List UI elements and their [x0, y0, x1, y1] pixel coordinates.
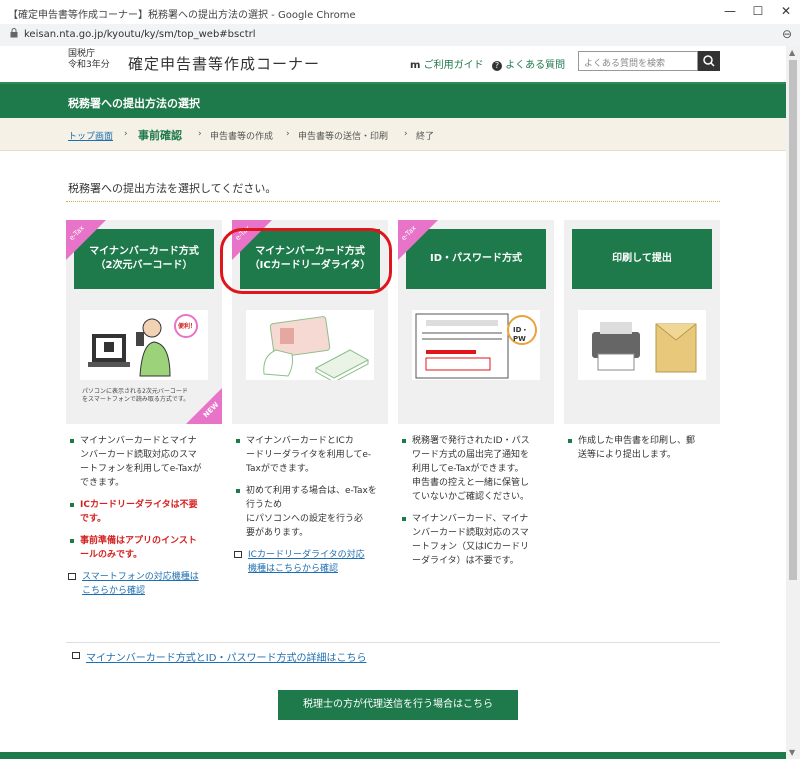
footer-bar: [0, 752, 786, 759]
page: 国税庁 令和3年分 確定申告書等作成コーナー m ご利用ガイド ? よくある質問…: [0, 46, 786, 759]
instruction-text: 税務署への提出方法を選択してください。: [68, 182, 277, 195]
minimize-button[interactable]: —: [716, 1, 744, 21]
card-reader-icon: [263, 316, 370, 383]
desc-item: 作成した申告書を印刷し、郵 送等により提出します。: [566, 434, 718, 462]
breadcrumb-end: 終了: [416, 132, 435, 142]
page-title-bar: 税務署への提出方法の選択: [0, 82, 786, 120]
desc-item: 税務署で発行されたID・パス ワード方式の届出完了通知を 利用してe-Taxがで…: [400, 434, 552, 504]
lock-icon: [10, 28, 18, 38]
guide-link-label: ご利用ガイド: [423, 60, 484, 71]
guide-link[interactable]: m ご利用ガイド: [410, 56, 484, 71]
card-mynumber-qr[interactable]: マイナンバーカード方式 （2次元バーコード） e-Tax 便利！ パソコンに表示…: [66, 220, 222, 424]
printer-icon: [592, 322, 697, 373]
agency-name: 国税庁: [68, 49, 96, 59]
close-button[interactable]: ✕: [772, 1, 800, 21]
id-password-document-icon: [415, 313, 537, 379]
address-bar[interactable]: keisan.nta.go.jp/kyoutu/ky/sm/top_web#bs…: [0, 24, 800, 47]
card-print[interactable]: 印刷して提出: [564, 220, 720, 424]
breadcrumb-top[interactable]: トップ画面: [68, 129, 113, 142]
scroll-down-icon[interactable]: ▼: [789, 748, 795, 757]
card-reader-compat-link[interactable]: ICカードリーダライタの対応 機種はこちらから確認: [234, 548, 384, 576]
breadcrumb-send: 申告書等の送信・印刷: [298, 132, 389, 142]
faq-link[interactable]: ? よくある質問: [492, 56, 565, 71]
zoom-icon[interactable]: ⊖: [782, 27, 792, 41]
faq-link-label: よくある質問: [505, 60, 566, 71]
scrollbar[interactable]: ▲ ▼: [786, 46, 800, 759]
site-header: 国税庁 令和3年分 確定申告書等作成コーナー m ご利用ガイド ? よくある質問…: [0, 46, 786, 82]
printer-illustration: [578, 310, 706, 380]
divider: [66, 201, 720, 202]
card-reader-illustration: [246, 310, 374, 383]
maximize-button[interactable]: ☐: [744, 1, 772, 21]
tax-accountant-proxy-button[interactable]: 税理士の方が代理送信を行う場合はこちら: [278, 690, 518, 720]
desc-column-2: マイナンバーカードとICカ ードリーダライタを利用してe- Taxができます。 …: [234, 434, 384, 576]
agency-label: 国税庁 令和3年分: [68, 49, 110, 71]
scrollbar-thumb[interactable]: [789, 60, 797, 580]
desc-column-1: マイナンバーカードとマイナ ンバーカード読取対応のスマ ートフォンを利用してe-…: [68, 434, 218, 598]
scroll-up-icon[interactable]: ▲: [789, 48, 795, 57]
help-icon: ?: [492, 61, 502, 71]
app-title: 確定申告書等作成コーナー: [128, 55, 321, 73]
breadcrumb-sep: ›: [124, 129, 128, 139]
smartphone-compat-link[interactable]: スマートフォンの対応機種は こちらから確認: [68, 570, 218, 598]
desc-column-3: 税務署で発行されたID・パス ワード方式の届出完了通知を 利用してe-Taxがで…: [400, 434, 552, 576]
desc-item: マイナンバーカードとマイナ ンバーカード読取対応のスマ ートフォンを利用してe-…: [68, 434, 218, 490]
page-title: 税務署への提出方法の選択: [68, 97, 200, 110]
desc-item: マイナンバーカードとICカ ードリーダライタを利用してe- Taxができます。: [234, 434, 384, 476]
card-caption: パソコンに表示される2次元バーコード をスマートフォンで読み取る方式です。: [82, 388, 190, 403]
breadcrumb: トップ画面 › 事前確認 › 申告書等の作成 › 申告書等の送信・印刷 › 終了: [0, 118, 786, 151]
desc-item: ICカードリーダライタは不要 です。: [68, 498, 218, 526]
desc-item: 事前準備はアプリのインスト ールのみです。: [68, 534, 218, 562]
book-icon: m: [410, 60, 421, 71]
image-note: 便利！: [178, 323, 197, 330]
desc-item: 初めて利用する場合は、e-Taxを行うため にパソコンへの設定を行う必 要があり…: [234, 484, 384, 540]
highlight-annotation: [220, 228, 392, 294]
divider: [66, 642, 720, 643]
search-button[interactable]: [698, 51, 720, 71]
method-details-link[interactable]: マイナンバーカード方式とID・パスワード方式の詳細はこちら: [72, 649, 366, 664]
breadcrumb-sep: ›: [198, 129, 202, 139]
search-icon: [703, 55, 715, 67]
desc-item: マイナンバーカード、マイナ ンバーカード読取対応のスマ ートフォン（又はICカー…: [400, 512, 552, 568]
card-id-password[interactable]: ID・パスワード方式 e-Tax ID・PW: [398, 220, 554, 424]
tax-year: 令和3年分: [68, 60, 110, 70]
window-titlebar: 【確定申告書等作成コーナー】税務署への提出方法の選択 - Google Chro…: [0, 0, 800, 25]
url-text[interactable]: keisan.nta.go.jp/kyoutu/ky/sm/top_web#bs…: [24, 29, 256, 40]
smartphone-scan-illustration: 便利！: [80, 310, 208, 380]
breadcrumb-current: 事前確認: [138, 129, 182, 142]
breadcrumb-create: 申告書等の作成: [210, 132, 274, 142]
search-input[interactable]: よくある質問を検索: [578, 51, 698, 71]
image-note: ID・PW: [513, 326, 529, 343]
breadcrumb-sep: ›: [404, 129, 408, 139]
card-title[interactable]: 印刷して提出: [572, 229, 712, 289]
desc-column-4: 作成した申告書を印刷し、郵 送等により提出します。: [566, 434, 718, 470]
window-title: 【確定申告書等作成コーナー】税務署への提出方法の選択 - Google Chro…: [8, 10, 356, 21]
id-notice-illustration: ID・PW: [412, 310, 540, 380]
breadcrumb-sep: ›: [286, 129, 290, 139]
